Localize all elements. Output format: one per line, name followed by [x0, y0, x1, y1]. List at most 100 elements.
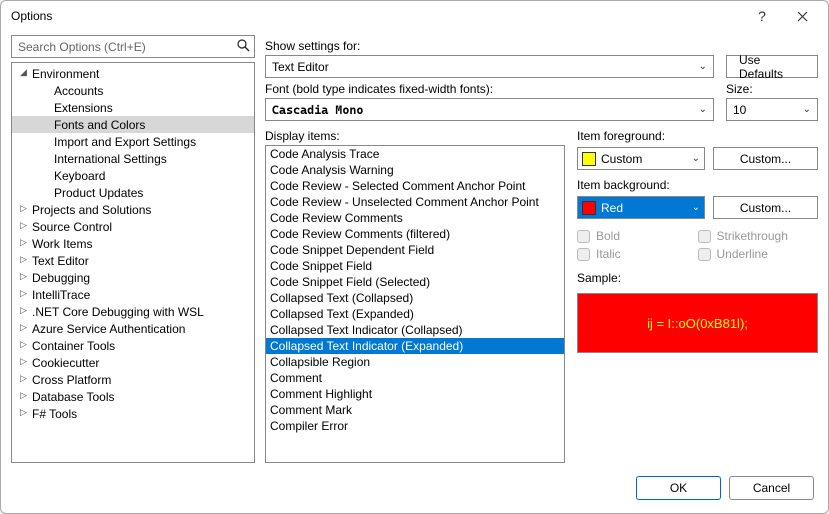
search-box[interactable] [11, 35, 255, 58]
tree-item[interactable]: ▷Container Tools [12, 337, 254, 354]
tree-item[interactable]: ▷F# Tools [12, 405, 254, 422]
show-settings-label: Show settings for: [265, 39, 714, 53]
display-item[interactable]: Comment [266, 370, 564, 386]
item-background-value: Red [601, 201, 687, 215]
tree-item-label: Keyboard [54, 169, 105, 183]
tree-item-label: Azure Service Authentication [32, 322, 185, 336]
tree-item-label: Fonts and Colors [54, 118, 145, 132]
use-defaults-button[interactable]: Use Defaults [726, 55, 818, 78]
fg-custom-button[interactable]: Custom... [713, 147, 818, 170]
tree-item[interactable]: Accounts [12, 82, 254, 99]
checkbox-icon [698, 230, 711, 243]
display-item[interactable]: Collapsed Text (Collapsed) [266, 290, 564, 306]
close-icon [797, 11, 808, 22]
tree-item[interactable]: Extensions [12, 99, 254, 116]
display-item[interactable]: Code Review Comments (filtered) [266, 226, 564, 242]
tree-item[interactable]: ▷.NET Core Debugging with WSL [12, 303, 254, 320]
color-swatch-icon [582, 201, 596, 215]
tree-item-label: Accounts [54, 84, 103, 98]
expander-closed-icon: ▷ [20, 390, 32, 401]
chevron-down-icon: ⌄ [699, 104, 707, 115]
expander-closed-icon: ▷ [20, 339, 32, 350]
item-foreground-label: Item foreground: [577, 129, 818, 143]
help-button[interactable]: ? [742, 2, 782, 30]
tree-item[interactable]: ▷Database Tools [12, 388, 254, 405]
close-button[interactable] [782, 2, 822, 30]
ok-button[interactable]: OK [636, 476, 721, 500]
tree-item[interactable]: ▷Azure Service Authentication [12, 320, 254, 337]
display-item[interactable]: Code Review - Unselected Comment Anchor … [266, 194, 564, 210]
search-icon [237, 39, 250, 55]
font-label: Font (bold type indicates fixed-width fo… [265, 82, 714, 96]
size-select[interactable]: 10 ⌄ [726, 98, 818, 121]
display-item[interactable]: Collapsed Text Indicator (Expanded) [266, 338, 564, 354]
sample-preview: ij = I::oO(0xB81l); [577, 293, 818, 353]
item-foreground-select[interactable]: Custom ⌄ [577, 147, 705, 170]
tree-item-label: IntelliTrace [32, 288, 90, 302]
expander-open-icon: ◢ [20, 67, 32, 78]
tree-item-label: Environment [32, 67, 99, 81]
category-tree[interactable]: ◢Environment AccountsExtensions Fonts and … [11, 62, 255, 463]
tree-item[interactable]: International Settings [12, 150, 254, 167]
tree-item[interactable]: ▷Work Items [12, 235, 254, 252]
display-item[interactable]: Code Review Comments [266, 210, 564, 226]
cancel-button[interactable]: Cancel [729, 476, 814, 500]
display-item[interactable]: Code Analysis Trace [266, 146, 564, 162]
tree-item-label: Product Updates [54, 186, 143, 200]
display-item[interactable]: Compiler Error [266, 418, 564, 434]
expander-closed-icon: ▷ [20, 356, 32, 367]
color-swatch-icon [582, 152, 596, 166]
display-item[interactable]: Collapsed Text (Expanded) [266, 306, 564, 322]
display-item[interactable]: Code Review - Selected Comment Anchor Po… [266, 178, 564, 194]
checkbox-icon [577, 230, 590, 243]
display-item[interactable]: Code Snippet Dependent Field [266, 242, 564, 258]
display-items-label: Display items: [265, 129, 565, 143]
tree-item[interactable]: ▷Projects and Solutions [12, 201, 254, 218]
window-title: Options [11, 9, 742, 23]
tree-item[interactable]: ◢Environment [12, 65, 254, 82]
tree-item[interactable]: Product Updates [12, 184, 254, 201]
display-item[interactable]: Collapsible Region [266, 354, 564, 370]
tree-item[interactable]: Fonts and Colors [12, 116, 254, 133]
tree-item-label: Work Items [32, 237, 92, 251]
display-item[interactable]: Collapsed Text Indicator (Collapsed) [266, 322, 564, 338]
item-background-select[interactable]: Red ⌄ [577, 196, 705, 219]
tree-item-label: Projects and Solutions [32, 203, 151, 217]
tree-item[interactable]: ▷IntelliTrace [12, 286, 254, 303]
expander-closed-icon: ▷ [20, 220, 32, 231]
bg-custom-button[interactable]: Custom... [713, 196, 818, 219]
display-item[interactable]: Comment Mark [266, 402, 564, 418]
tree-item[interactable]: Import and Export Settings [12, 133, 254, 150]
tree-item-label: Container Tools [32, 339, 115, 353]
chevron-down-icon: ⌄ [692, 202, 700, 213]
tree-item-label: Cookiecutter [32, 356, 99, 370]
tree-item[interactable]: ▷Cross Platform [12, 371, 254, 388]
tree-item-label: Database Tools [32, 390, 115, 404]
expander-closed-icon: ▷ [20, 322, 32, 333]
expander-closed-icon: ▷ [20, 373, 32, 384]
expander-closed-icon: ▷ [20, 203, 32, 214]
expander-closed-icon: ▷ [20, 407, 32, 418]
font-select[interactable]: Cascadia Mono ⌄ [265, 98, 714, 121]
tree-item[interactable]: ▷Debugging [12, 269, 254, 286]
tree-item[interactable]: ▷Text Editor [12, 252, 254, 269]
show-settings-select[interactable]: Text Editor ⌄ [265, 55, 714, 78]
tree-item[interactable]: Keyboard [12, 167, 254, 184]
tree-item-label: Source Control [32, 220, 112, 234]
tree-item[interactable]: ▷Cookiecutter [12, 354, 254, 371]
expander-closed-icon: ▷ [20, 288, 32, 299]
tree-item-label: Text Editor [32, 254, 89, 268]
display-item[interactable]: Code Snippet Field [266, 258, 564, 274]
font-value: Cascadia Mono [272, 103, 363, 117]
tree-item-label: Import and Export Settings [54, 135, 196, 149]
display-item[interactable]: Code Snippet Field (Selected) [266, 274, 564, 290]
strikethrough-checkbox: Strikethrough [698, 229, 819, 243]
display-items-list[interactable]: Code Analysis TraceCode Analysis Warning… [265, 145, 565, 463]
chevron-down-icon: ⌄ [692, 153, 700, 164]
display-item[interactable]: Comment Highlight [266, 386, 564, 402]
tree-item[interactable]: ▷Source Control [12, 218, 254, 235]
display-item[interactable]: Code Analysis Warning [266, 162, 564, 178]
dialog-footer: OK Cancel [1, 463, 828, 513]
search-input[interactable] [16, 39, 237, 55]
tree-item-label: .NET Core Debugging with WSL [32, 305, 204, 319]
